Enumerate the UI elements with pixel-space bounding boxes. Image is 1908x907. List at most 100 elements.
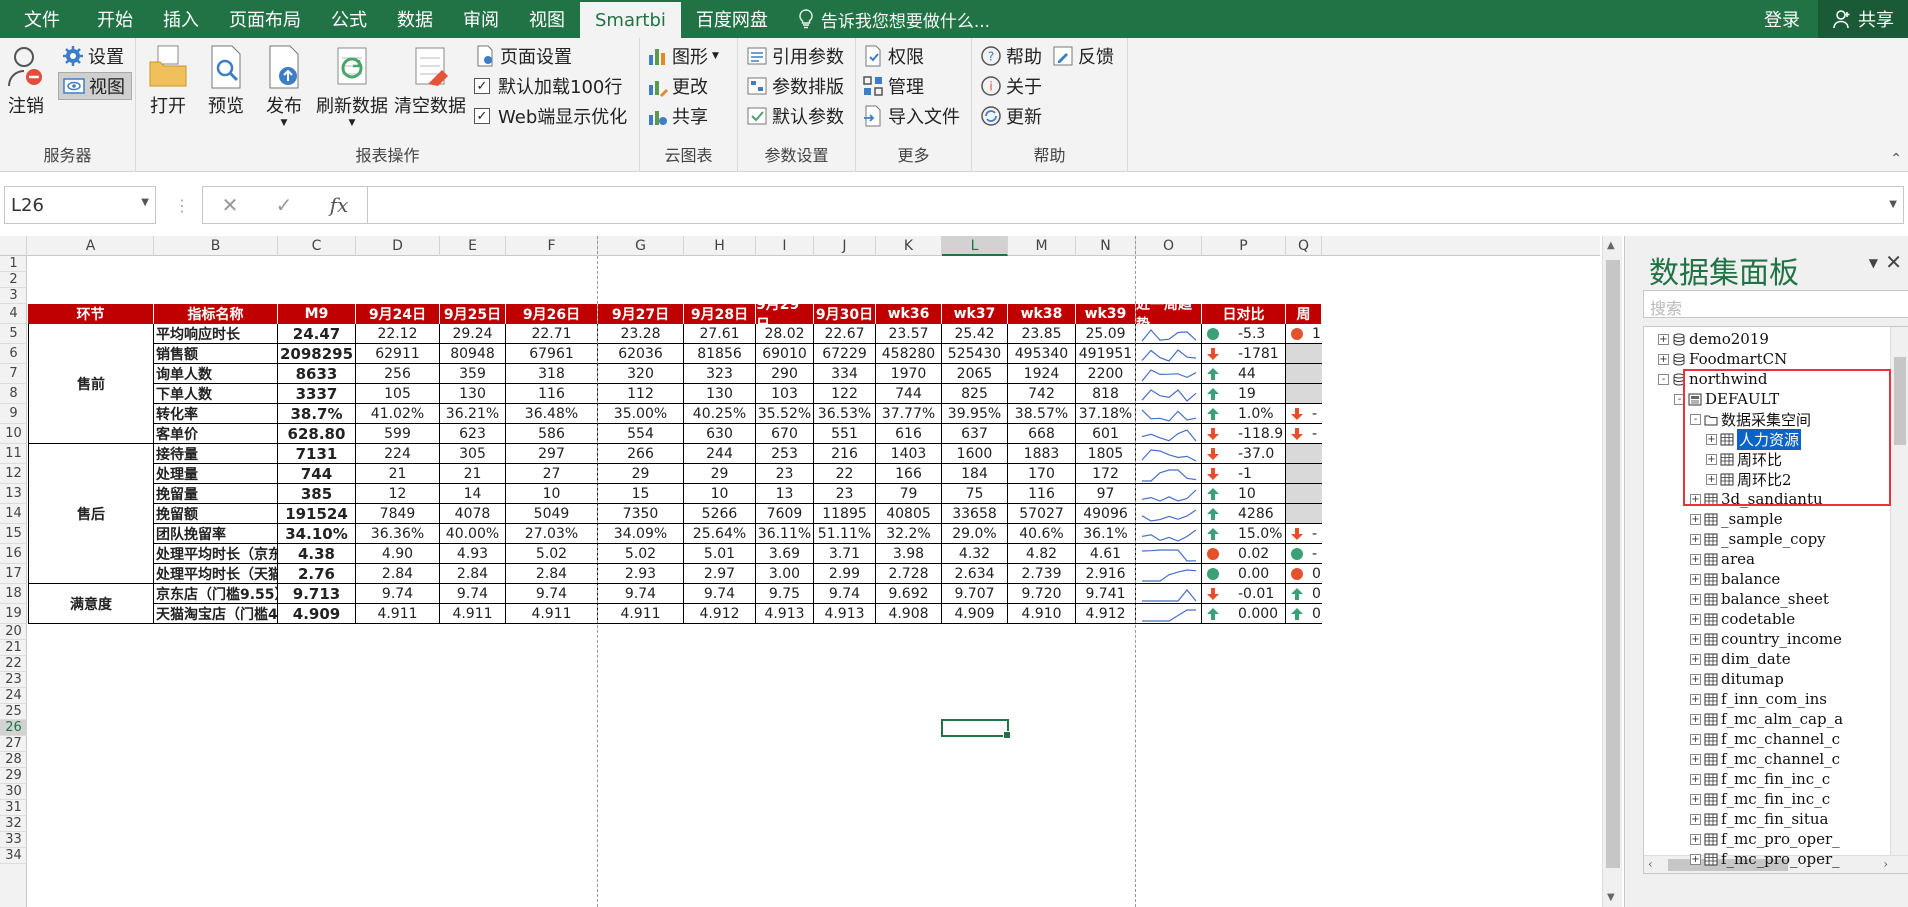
- import-file-button[interactable]: 导入文件: [862, 102, 960, 130]
- expand-icon[interactable]: +: [1690, 653, 1701, 665]
- metric-name-cell[interactable]: 团队挽留率: [154, 524, 278, 544]
- column-header-A[interactable]: A: [28, 236, 154, 256]
- tree-node[interactable]: + f_mc_fin_inc_c: [1690, 769, 1830, 789]
- value-cell[interactable]: 62036: [598, 344, 684, 364]
- value-cell[interactable]: 57027: [1008, 504, 1076, 524]
- logout-button[interactable]: 注销: [6, 44, 46, 118]
- value-cell[interactable]: 2.728: [876, 564, 942, 584]
- value-cell[interactable]: 3.00: [756, 564, 814, 584]
- value-cell[interactable]: 51.11%: [814, 524, 876, 544]
- value-cell[interactable]: 27: [506, 464, 598, 484]
- tree-node[interactable]: + f_mc_alm_cap_a: [1690, 709, 1843, 729]
- manage-button[interactable]: 管理: [862, 72, 924, 100]
- value-cell[interactable]: 4.911: [356, 604, 440, 624]
- expand-icon[interactable]: +: [1690, 793, 1701, 805]
- tree-node[interactable]: + f_mc_channel_c: [1690, 729, 1840, 749]
- collapse-ribbon-icon[interactable]: ⌃: [1890, 151, 1902, 167]
- value-cell[interactable]: 2.739: [1008, 564, 1076, 584]
- column-header-L[interactable]: L: [942, 236, 1008, 256]
- value-cell[interactable]: 11895: [814, 504, 876, 524]
- tab-3[interactable]: 公式: [316, 0, 382, 38]
- value-cell[interactable]: 825: [942, 384, 1008, 404]
- default-params-button[interactable]: 默认参数: [746, 102, 844, 130]
- m9-value-cell[interactable]: 4.38: [278, 544, 356, 564]
- value-cell[interactable]: 2.99: [814, 564, 876, 584]
- tree-node[interactable]: + ditumap: [1690, 669, 1784, 689]
- value-cell[interactable]: 586: [506, 424, 598, 444]
- value-cell[interactable]: 2.84: [506, 564, 598, 584]
- value-cell[interactable]: 29: [598, 464, 684, 484]
- day-over-day-cell[interactable]: 1.0%: [1202, 404, 1286, 424]
- share-button[interactable]: 共享: [1818, 0, 1908, 38]
- tree-node[interactable]: + balance_sheet: [1690, 589, 1829, 609]
- value-cell[interactable]: 668: [1008, 424, 1076, 444]
- day-over-day-cell[interactable]: -118.9: [1202, 424, 1286, 444]
- update-button[interactable]: 更新: [980, 102, 1042, 130]
- tell-me-box[interactable]: 告诉我您想要做什么...: [783, 0, 990, 38]
- row-header-17[interactable]: 17: [0, 564, 27, 584]
- scroll-thumb[interactable]: [1606, 260, 1620, 868]
- collapse-icon[interactable]: -: [1658, 373, 1669, 385]
- m9-value-cell[interactable]: 385: [278, 484, 356, 504]
- value-cell[interactable]: 5266: [684, 504, 756, 524]
- value-cell[interactable]: 22: [814, 464, 876, 484]
- value-cell[interactable]: 22.67: [814, 324, 876, 344]
- week-over-week-cell[interactable]: [1286, 464, 1322, 484]
- value-cell[interactable]: 3.98: [876, 544, 942, 564]
- refresh-data-button[interactable]: 刷新数据 ▼: [316, 44, 388, 128]
- value-cell[interactable]: 495340: [1008, 344, 1076, 364]
- value-cell[interactable]: 62911: [356, 344, 440, 364]
- value-cell[interactable]: 5.01: [684, 544, 756, 564]
- m9-value-cell[interactable]: 34.10%: [278, 524, 356, 544]
- expand-icon[interactable]: +: [1690, 833, 1701, 845]
- tree-node[interactable]: + FoodmartCN: [1658, 349, 1787, 369]
- value-cell[interactable]: 4.90: [356, 544, 440, 564]
- value-cell[interactable]: 15: [598, 484, 684, 504]
- value-cell[interactable]: 10: [684, 484, 756, 504]
- value-cell[interactable]: 172: [1076, 464, 1136, 484]
- row-header-1[interactable]: 1: [0, 256, 27, 272]
- expand-icon[interactable]: +: [1690, 593, 1701, 605]
- tree-scroll-thumb[interactable]: [1894, 357, 1906, 445]
- row-header-31[interactable]: 31: [0, 800, 27, 816]
- value-cell[interactable]: 33658: [942, 504, 1008, 524]
- value-cell[interactable]: 4078: [440, 504, 506, 524]
- value-cell[interactable]: 637: [942, 424, 1008, 444]
- row-header-30[interactable]: 30: [0, 784, 27, 800]
- settings-button[interactable]: 设置: [62, 42, 124, 70]
- value-cell[interactable]: 105: [356, 384, 440, 404]
- value-cell[interactable]: 103: [756, 384, 814, 404]
- value-cell[interactable]: 818: [1076, 384, 1136, 404]
- expand-icon[interactable]: +: [1690, 613, 1701, 625]
- value-cell[interactable]: 23.85: [1008, 324, 1076, 344]
- value-cell[interactable]: 67229: [814, 344, 876, 364]
- trend-cell[interactable]: [1136, 564, 1202, 584]
- value-cell[interactable]: 1970: [876, 364, 942, 384]
- value-cell[interactable]: 81856: [684, 344, 756, 364]
- value-cell[interactable]: 36.1%: [1076, 524, 1136, 544]
- week-over-week-cell[interactable]: [1286, 384, 1322, 404]
- value-cell[interactable]: 1805: [1076, 444, 1136, 464]
- tree-node[interactable]: + f_mc_pro_oper_: [1690, 829, 1840, 849]
- column-header-K[interactable]: K: [876, 236, 942, 256]
- value-cell[interactable]: 23: [756, 464, 814, 484]
- value-cell[interactable]: 9.74: [684, 584, 756, 604]
- row-header-10[interactable]: 10: [0, 424, 27, 444]
- row-header-19[interactable]: 19: [0, 604, 27, 624]
- day-over-day-cell[interactable]: 44: [1202, 364, 1286, 384]
- expand-icon[interactable]: +: [1690, 733, 1701, 745]
- column-header-D[interactable]: D: [356, 236, 440, 256]
- week-over-week-cell[interactable]: 0: [1286, 564, 1322, 584]
- row-header-16[interactable]: 16: [0, 544, 27, 564]
- tab-8[interactable]: 百度网盘: [681, 0, 783, 38]
- value-cell[interactable]: 67961: [506, 344, 598, 364]
- value-cell[interactable]: 21: [440, 464, 506, 484]
- value-cell[interactable]: 5.02: [506, 544, 598, 564]
- value-cell[interactable]: 601: [1076, 424, 1136, 444]
- day-over-day-cell[interactable]: 0.00: [1202, 564, 1286, 584]
- value-cell[interactable]: 7849: [356, 504, 440, 524]
- row-header-12[interactable]: 12: [0, 464, 27, 484]
- m9-value-cell[interactable]: 191524: [278, 504, 356, 524]
- row-header-2[interactable]: 2: [0, 272, 27, 288]
- row-header-18[interactable]: 18: [0, 584, 27, 604]
